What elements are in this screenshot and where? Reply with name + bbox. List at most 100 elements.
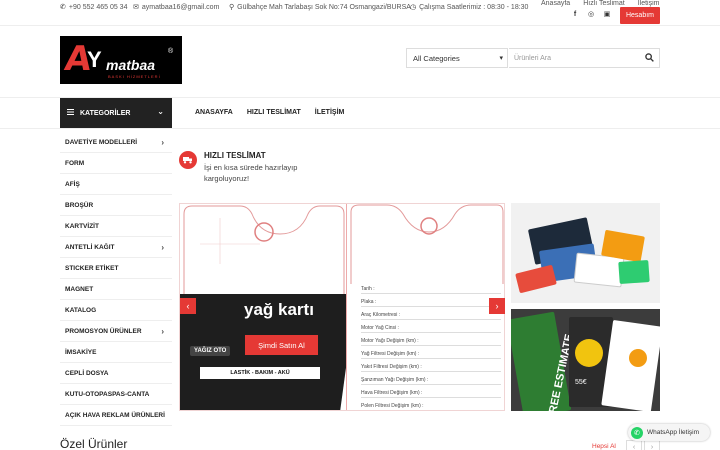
- sidebar-item-label: PROMOSYON ÜRÜNLER: [65, 327, 142, 335]
- form-row: Araç Kilometresi :: [361, 312, 501, 320]
- price-text: 55€: [575, 379, 587, 386]
- sidebar-item-sticker[interactable]: STICKER ETİKET: [60, 258, 172, 279]
- page: ✆ +90 552 465 05 34 ✉ aymatbaa16@gmail.c…: [0, 0, 720, 450]
- search-placeholder: Ürünleri Ara: [514, 54, 551, 62]
- buy-now-button[interactable]: Şimdi Satın Al: [245, 335, 318, 355]
- facebook-icon[interactable]: f: [571, 10, 579, 18]
- top-links: Anasayfa Hızlı Teslimat İletişim: [541, 0, 659, 7]
- form-row: Yağ Filtresi Değişim (km) :: [361, 351, 501, 359]
- sidebar-item-promosyon[interactable]: PROMOSYON ÜRÜNLER ›: [60, 321, 172, 342]
- form-row: Motor Yağ Cinsi :: [361, 325, 501, 333]
- phone-icon: ✆: [60, 4, 66, 11]
- sidebar-item-label: BROŞÜR: [65, 201, 94, 209]
- logo-text: matbaa: [106, 57, 156, 73]
- nav-anasayfa[interactable]: ANASAYFA: [195, 109, 233, 116]
- sidebar-item-brosur[interactable]: BROŞÜR: [60, 195, 172, 216]
- hours-info: ◷ Çalışma Saatlerimiz : 08:30 - 18:30: [410, 3, 528, 12]
- menu-icon: [67, 109, 74, 117]
- social-links: f ◎ ▣: [571, 10, 611, 19]
- chevron-right-icon: ›: [161, 326, 164, 336]
- whatsapp-button[interactable]: ✆ WhatsApp İletişim: [628, 424, 710, 441]
- logo-registered: ®: [168, 48, 174, 55]
- top-link-hizli-teslimat[interactable]: Hızlı Teslimat: [583, 0, 625, 7]
- sidebar-item-acik-hava[interactable]: AÇIK HAVA REKLAM ÜRÜNLERİ: [60, 405, 172, 426]
- mail-icon: ✉: [133, 4, 139, 11]
- logo-subtitle: BASKI HİZMETLERİ: [108, 74, 161, 79]
- email-text: aymatbaa16@gmail.com: [141, 3, 220, 11]
- sidebar-item-imsakiye[interactable]: İMSAKİYE: [60, 342, 172, 363]
- chevron-right-icon: ›: [161, 242, 164, 252]
- top-link-iletisim[interactable]: İletişim: [638, 0, 660, 7]
- business-cards-image[interactable]: [511, 203, 660, 303]
- phone-text: +90 552 465 05 34: [68, 3, 128, 11]
- chevron-right-icon: ›: [161, 137, 164, 147]
- sidebar-item-kutu[interactable]: KUTU-OTOPASPAS-CANTA: [60, 384, 172, 405]
- sidebar-item-label: STICKER ETİKET: [65, 264, 119, 272]
- sidebar-item-label: KARTVİZİT: [65, 222, 99, 230]
- sheet-hanger-outline: [350, 204, 504, 284]
- categories-button[interactable]: KATEGORİLER ⌄: [60, 98, 172, 128]
- main-nav: ANASAYFA HIZLI TESLİMAT İLETİŞİM: [195, 109, 344, 116]
- site-logo[interactable]: A Y matbaa ® BASKI HİZMETLERİ: [60, 36, 182, 84]
- whatsapp-icon: ✆: [631, 426, 643, 439]
- products-prev-button[interactable]: ‹: [626, 440, 642, 450]
- hanger-circle: [629, 349, 647, 367]
- email-info[interactable]: ✉ aymatbaa16@gmail.com: [133, 3, 220, 12]
- slide-service-bar: LASTİK - BAKIM - AKÜ: [200, 367, 320, 379]
- search-input[interactable]: Ürünleri Ara: [509, 48, 660, 68]
- feature-text: İşi en kısa sürede hazırlayıp kargoluyor…: [204, 163, 298, 183]
- slider-next-arrow[interactable]: ›: [489, 298, 505, 314]
- slide-form-sheet: Tarih : Plaka : Araç Kilometresi : Motor…: [346, 204, 504, 410]
- sidebar-item-label: FORM: [65, 159, 85, 167]
- account-button[interactable]: Hesabım: [620, 7, 660, 24]
- sidebar-item-davetiye[interactable]: DAVETİYE MODELLERİ ›: [60, 132, 172, 153]
- hanger-circle: [575, 339, 603, 367]
- slider-prev-arrow[interactable]: ‹: [180, 298, 196, 314]
- hanger-outline-illustration: [183, 205, 345, 296]
- sidebar-item-label: KUTU-OTOPASPAS-CANTA: [65, 390, 150, 398]
- top-link-anasayfa[interactable]: Anasayfa: [541, 0, 570, 7]
- category-sidebar: DAVETİYE MODELLERİ › FORM AFİŞ BROŞÜR KAR…: [60, 132, 172, 426]
- category-select[interactable]: All Categories ▾: [406, 48, 508, 68]
- top-bar: ✆ +90 552 465 05 34 ✉ aymatbaa16@gmail.c…: [0, 0, 720, 26]
- slide-brand: YAĞIZ OTO: [190, 346, 231, 356]
- flickr-icon[interactable]: ▣: [603, 10, 611, 18]
- category-select-value: All Categories: [413, 53, 460, 63]
- nav-iletisim[interactable]: İLETİŞİM: [315, 109, 345, 116]
- feature-title: HIZLI TESLİMAT: [204, 151, 266, 160]
- chevron-down-icon: ⌄: [157, 107, 164, 116]
- search-icon[interactable]: [645, 53, 654, 64]
- sidebar-item-cepli-dosya[interactable]: CEPLİ DOSYA: [60, 363, 172, 384]
- nav-divider: [0, 128, 720, 129]
- chevron-down-icon: ▾: [499, 55, 503, 62]
- logo-letter-y: Y: [87, 47, 102, 72]
- nav-hizli-teslimat[interactable]: HIZLI TESLİMAT: [247, 109, 301, 116]
- categories-label: KATEGORİLER: [80, 109, 131, 117]
- sidebar-item-kartvizit[interactable]: KARTVİZİT: [60, 216, 172, 237]
- address-text: Gülbahçe Mah Tarlabaşı Sok No:74 Osmanga…: [237, 3, 411, 11]
- form-row: Şanzıman Yağı Değişim (km) :: [361, 377, 501, 385]
- hero-slider[interactable]: Tarih : Plaka : Araç Kilometresi : Motor…: [179, 203, 505, 411]
- form-row: Motor Yağı Değişim (km) :: [361, 338, 501, 346]
- form-row: Plaka :: [361, 299, 501, 307]
- sidebar-item-afis[interactable]: AFİŞ: [60, 174, 172, 195]
- sidebar-item-label: ANTETLİ KAĞIT: [65, 243, 115, 251]
- sidebar-item-label: DAVETİYE MODELLERİ: [65, 138, 138, 146]
- products-next-button[interactable]: ›: [644, 440, 660, 450]
- sidebar-item-label: AFİŞ: [65, 180, 80, 188]
- instagram-icon[interactable]: ◎: [587, 10, 595, 18]
- view-all-link[interactable]: Hepsi Al: [592, 443, 616, 450]
- clock-icon: ◷: [410, 4, 417, 11]
- sidebar-item-magnet[interactable]: MAGNET: [60, 279, 172, 300]
- special-products-title: Özel Ürünler: [60, 437, 128, 450]
- sidebar-item-antetli[interactable]: ANTETLİ KAĞIT ›: [60, 237, 172, 258]
- sidebar-item-form[interactable]: FORM: [60, 153, 172, 174]
- sidebar-item-katalog[interactable]: KATALOG: [60, 300, 172, 321]
- card-shape: [515, 264, 557, 294]
- form-row: Hava Filtresi Değişim (km) :: [361, 390, 501, 398]
- sidebar-item-label: İMSAKİYE: [65, 348, 97, 356]
- door-hanger-image[interactable]: FREE ESTIMATE 55€: [511, 309, 660, 411]
- whatsapp-label: WhatsApp İletişim: [647, 429, 700, 436]
- phone-info[interactable]: ✆ +90 552 465 05 34: [60, 3, 128, 12]
- form-row: Tarih :: [361, 286, 501, 294]
